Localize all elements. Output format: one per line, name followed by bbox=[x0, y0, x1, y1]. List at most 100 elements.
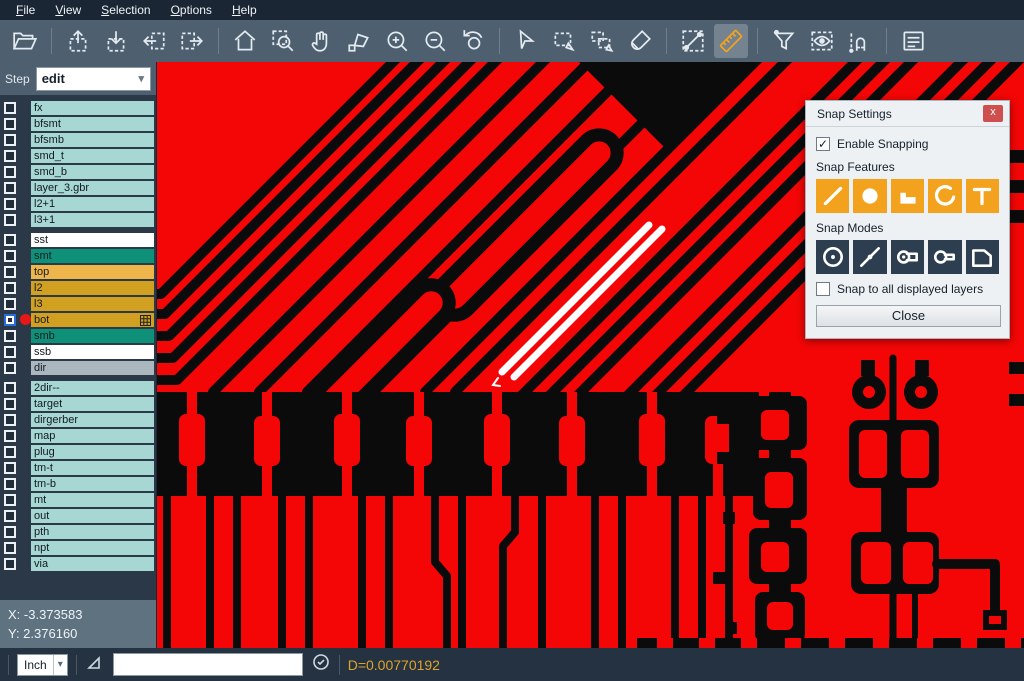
layer-label[interactable]: fx bbox=[31, 101, 154, 115]
menu-view[interactable]: View bbox=[45, 1, 91, 19]
snap-mode-center-icon[interactable] bbox=[816, 240, 849, 274]
snap-magnet-icon[interactable] bbox=[843, 24, 877, 58]
zoom-polygon-icon[interactable] bbox=[342, 24, 376, 58]
layer-visibility-checkbox[interactable] bbox=[4, 266, 16, 278]
select-cursor-icon[interactable] bbox=[509, 24, 543, 58]
view-eye-icon[interactable] bbox=[805, 24, 839, 58]
snap-all-layers-checkbox[interactable] bbox=[816, 282, 830, 296]
home-icon[interactable] bbox=[228, 24, 262, 58]
layer-visibility-checkbox[interactable] bbox=[4, 510, 16, 522]
layer-visibility-checkbox[interactable] bbox=[4, 478, 16, 490]
import-up-icon[interactable] bbox=[61, 24, 95, 58]
layer-visibility-checkbox[interactable] bbox=[4, 398, 16, 410]
layer-label[interactable]: smd_t bbox=[31, 149, 154, 163]
layer-visibility-checkbox[interactable] bbox=[4, 362, 16, 374]
layer-label[interactable]: l2 bbox=[31, 281, 154, 295]
layer-label[interactable]: plug bbox=[31, 445, 154, 459]
ruler-icon[interactable] bbox=[714, 24, 748, 58]
layer-visibility-checkbox[interactable] bbox=[4, 102, 16, 114]
snap-feature-arc-icon[interactable] bbox=[928, 179, 961, 213]
layer-visibility-checkbox[interactable] bbox=[4, 330, 16, 342]
layer-label[interactable]: smt bbox=[31, 249, 154, 263]
layer-visibility-checkbox[interactable] bbox=[4, 298, 16, 310]
layer-visibility-checkbox[interactable] bbox=[4, 526, 16, 538]
select-group-icon[interactable] bbox=[585, 24, 619, 58]
layer-label[interactable]: bot bbox=[31, 313, 154, 327]
layer-visibility-checkbox[interactable] bbox=[4, 346, 16, 358]
layer-label[interactable]: dirgerber bbox=[31, 413, 154, 427]
layer-label[interactable]: npt bbox=[31, 541, 154, 555]
layer-label[interactable]: layer_3.gbr bbox=[31, 181, 154, 195]
layer-label[interactable]: pth bbox=[31, 525, 154, 539]
import-left-icon[interactable] bbox=[137, 24, 171, 58]
layer-visibility-checkbox[interactable] bbox=[4, 282, 16, 294]
layer-label[interactable]: l3 bbox=[31, 297, 154, 311]
layer-label[interactable]: mt bbox=[31, 493, 154, 507]
zoom-out-icon[interactable] bbox=[418, 24, 452, 58]
layer-visibility-checkbox[interactable] bbox=[4, 118, 16, 130]
layer-visibility-checkbox[interactable] bbox=[4, 150, 16, 162]
pcb-canvas[interactable]: Snap Settings x ✓ Enable Snapping Snap F… bbox=[157, 62, 1024, 648]
layer-visibility-checkbox[interactable] bbox=[4, 414, 16, 426]
layer-label[interactable]: top bbox=[31, 265, 154, 279]
layer-visibility-checkbox[interactable] bbox=[4, 134, 16, 146]
layer-label[interactable]: bfsmb bbox=[31, 133, 154, 147]
import-right-icon[interactable] bbox=[175, 24, 209, 58]
zoom-reset-icon[interactable] bbox=[456, 24, 490, 58]
layer-visibility-checkbox[interactable] bbox=[4, 542, 16, 554]
close-button[interactable]: Close bbox=[816, 305, 1001, 327]
snap-feature-line-icon[interactable] bbox=[816, 179, 849, 213]
layer-label[interactable]: map bbox=[31, 429, 154, 443]
layer-visibility-checkbox[interactable] bbox=[4, 446, 16, 458]
layer-label[interactable]: sst bbox=[31, 233, 154, 247]
layer-label[interactable]: tm-b bbox=[31, 477, 154, 491]
pan-hand-icon[interactable] bbox=[304, 24, 338, 58]
layer-label[interactable]: dir bbox=[31, 361, 154, 375]
menu-selection[interactable]: Selection bbox=[91, 1, 160, 19]
dialog-titlebar[interactable]: Snap Settings x bbox=[806, 101, 1009, 127]
layer-label[interactable]: smb bbox=[31, 329, 154, 343]
open-folder-icon[interactable] bbox=[8, 24, 42, 58]
unit-select[interactable]: Inch ▾ bbox=[17, 654, 68, 676]
filter-icon[interactable] bbox=[767, 24, 801, 58]
layer-visibility-checkbox[interactable] bbox=[4, 558, 16, 570]
layer-visibility-checkbox[interactable] bbox=[4, 214, 16, 226]
snap-feature-surface-icon[interactable] bbox=[891, 179, 924, 213]
layer-visibility-checkbox[interactable] bbox=[4, 494, 16, 506]
import-down-icon[interactable] bbox=[99, 24, 133, 58]
layer-label[interactable]: 2dir-- bbox=[31, 381, 154, 395]
layer-label[interactable]: out bbox=[31, 509, 154, 523]
step-select[interactable]: edit ▾ bbox=[36, 67, 151, 91]
layer-visibility-checkbox[interactable] bbox=[4, 462, 16, 474]
confirm-circle-icon[interactable] bbox=[311, 652, 331, 677]
layer-visibility-checkbox[interactable] bbox=[4, 250, 16, 262]
layer-label[interactable]: via bbox=[31, 557, 154, 571]
layer-label[interactable]: smd_b bbox=[31, 165, 154, 179]
layer-label[interactable]: bfsmt bbox=[31, 117, 154, 131]
layer-visibility-checkbox[interactable] bbox=[4, 314, 16, 326]
menu-options[interactable]: Options bbox=[161, 1, 222, 19]
layer-visibility-checkbox[interactable] bbox=[4, 234, 16, 246]
layer-visibility-checkbox[interactable] bbox=[4, 198, 16, 210]
layer-label[interactable]: tm-t bbox=[31, 461, 154, 475]
menu-file[interactable]: File bbox=[6, 1, 45, 19]
layer-label[interactable]: ssb bbox=[31, 345, 154, 359]
zoom-area-icon[interactable] bbox=[266, 24, 300, 58]
enable-snapping-checkbox[interactable]: ✓ bbox=[816, 137, 830, 151]
snap-mode-pad-entry-icon[interactable] bbox=[891, 240, 924, 274]
close-icon[interactable]: x bbox=[983, 105, 1003, 122]
layer-label[interactable]: l2+1 bbox=[31, 197, 154, 211]
angle-corner-icon[interactable] bbox=[85, 652, 105, 677]
layer-visibility-checkbox[interactable] bbox=[4, 182, 16, 194]
measure-line-icon[interactable] bbox=[676, 24, 710, 58]
form-editor-icon[interactable] bbox=[896, 24, 930, 58]
layer-label[interactable]: target bbox=[31, 397, 154, 411]
zoom-in-icon[interactable] bbox=[380, 24, 414, 58]
menu-help[interactable]: Help bbox=[222, 1, 267, 19]
command-input[interactable] bbox=[113, 653, 303, 676]
select-rect-icon[interactable] bbox=[547, 24, 581, 58]
snap-mode-midpoint-icon[interactable] bbox=[853, 240, 886, 274]
layer-label[interactable]: l3+1 bbox=[31, 213, 154, 227]
snap-mode-vertex-icon[interactable] bbox=[966, 240, 999, 274]
layer-visibility-checkbox[interactable] bbox=[4, 382, 16, 394]
